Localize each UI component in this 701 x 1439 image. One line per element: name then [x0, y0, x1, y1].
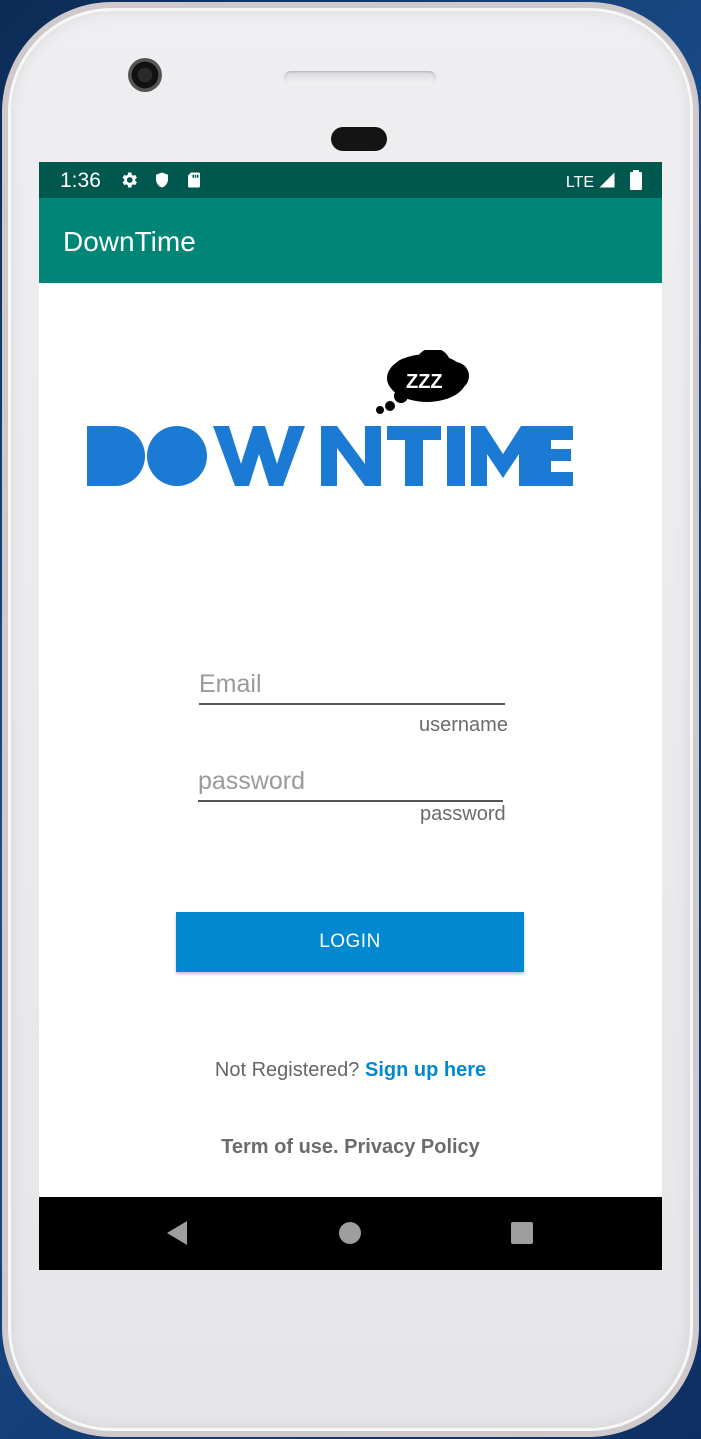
recents-icon[interactable]	[511, 1222, 533, 1249]
status-time: 1:36	[60, 169, 101, 192]
front-camera	[128, 58, 162, 92]
nav-bar	[39, 1197, 662, 1270]
terms-link[interactable]: Term of use. Privacy Policy	[39, 1136, 662, 1159]
app-title: DownTime	[63, 226, 196, 257]
password-hint: password	[420, 803, 506, 825]
network-label: LTE	[565, 173, 594, 191]
signal-icon	[598, 171, 616, 194]
shield-icon	[153, 170, 171, 195]
status-bar: 1:36 LTE	[39, 162, 662, 198]
screen: 1:36 LTE DownTime ZZZ Email username pas…	[39, 162, 662, 1270]
email-underline	[199, 703, 505, 705]
register-prompt: Not Registered? Sign up here	[39, 1059, 662, 1082]
cloud-text: ZZZ	[406, 371, 443, 393]
password-underline	[198, 800, 503, 802]
email-input[interactable]	[199, 670, 505, 699]
settings-icon	[119, 170, 139, 195]
app-bar: DownTime	[39, 198, 662, 283]
battery-icon	[630, 170, 642, 195]
earpiece	[331, 127, 387, 151]
signup-link[interactable]: Sign up here	[365, 1059, 486, 1081]
speaker-grille	[284, 71, 436, 85]
password-input[interactable]	[198, 767, 503, 796]
back-icon[interactable]	[165, 1220, 189, 1251]
password-field-container	[198, 767, 503, 802]
email-hint: username	[419, 714, 508, 736]
downtime-logo: ZZZ	[87, 350, 573, 486]
logo-wordmark	[87, 426, 573, 486]
home-icon[interactable]	[339, 1222, 361, 1249]
sd-card-icon	[185, 170, 203, 195]
not-registered-text: Not Registered?	[214, 1059, 360, 1081]
login-button[interactable]: LOGIN	[176, 912, 524, 972]
zzz-cloud-icon: ZZZ	[376, 350, 469, 414]
email-field-container	[199, 670, 505, 705]
